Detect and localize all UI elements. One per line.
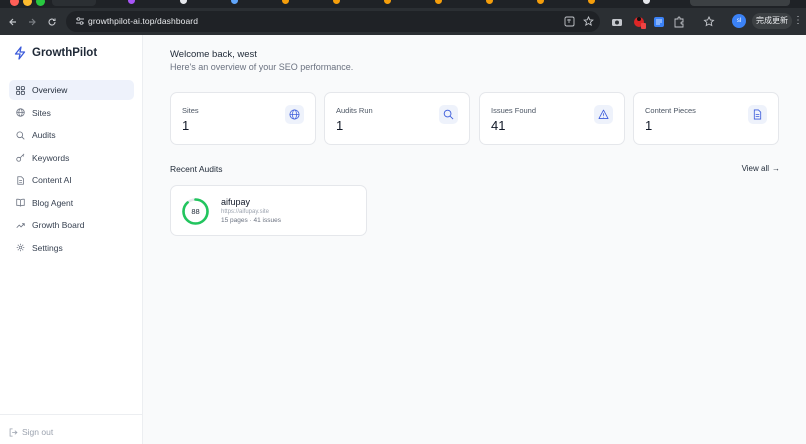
browser-menu-icon[interactable]: ⋮	[793, 15, 803, 27]
welcome-heading: Welcome back, west	[170, 49, 257, 60]
ladybug-extension-icon[interactable]	[632, 15, 646, 29]
score-value: 88	[191, 207, 200, 216]
stat-label: Issues Found	[491, 106, 537, 115]
sidebar-item-sites[interactable]: Sites	[9, 103, 134, 123]
recent-audits-heading: Recent Audits	[170, 164, 223, 174]
view-all-link[interactable]: View all →	[742, 164, 780, 173]
grid-icon	[16, 85, 25, 95]
globe-icon	[289, 109, 300, 120]
address-bar[interactable]: growthpilot-ai.top/dashboard	[66, 11, 600, 32]
browser-toolbar: growthpilot-ai.top/dashboard sl 完成更新 ⋮	[0, 8, 806, 35]
sidebar-item-label: Overview	[32, 85, 68, 95]
book-icon	[16, 198, 25, 207]
forward-arrow-icon[interactable]	[24, 14, 40, 30]
sidebar-item-label: Keywords	[32, 152, 70, 163]
stat-value: 1	[645, 118, 653, 133]
bookmarks-icon[interactable]	[703, 16, 715, 28]
site-url: https://aifupay.site	[221, 209, 269, 215]
sidebar-item-settings[interactable]: Settings	[9, 238, 134, 258]
trend-icon	[16, 222, 25, 228]
tab-favicon-icon	[282, 0, 289, 4]
sidebar-item-label: Blog Agent	[32, 197, 74, 208]
stat-card-content-pieces: Content Pieces 1	[633, 92, 779, 145]
site-name: aifupay	[221, 197, 251, 207]
sign-out-button[interactable]: Sign out	[9, 427, 53, 437]
view-all-label: View all	[741, 164, 769, 173]
sidebar-item-audits[interactable]: Audits	[9, 125, 134, 145]
sidebar-item-label: Sites	[32, 107, 51, 118]
reload-icon[interactable]	[44, 14, 60, 30]
tab-search-button[interactable]	[690, 0, 790, 6]
minimize-window-button[interactable]	[23, 0, 32, 6]
tab-favicon-icon	[333, 0, 340, 4]
tab-favicon-icon	[128, 0, 135, 4]
stat-card-audits-run: Audits Run 1	[324, 92, 470, 145]
tab-favicon-icon	[643, 0, 650, 4]
key-icon	[16, 153, 25, 162]
page-subtitle: Here's an overview of your SEO performan…	[170, 62, 354, 72]
stat-icon-badge	[439, 105, 458, 124]
sidebar-item-content-ai[interactable]: Content AI	[9, 170, 134, 190]
tab-favicon-icon	[588, 0, 595, 4]
warning-icon	[598, 109, 609, 119]
stat-icon-badge	[285, 105, 304, 124]
stat-card-sites: Sites 1	[170, 92, 316, 145]
sign-out-icon	[9, 427, 18, 437]
sidebar-item-label: Settings	[32, 242, 63, 253]
sidebar-item-growth-board[interactable]: Growth Board	[9, 215, 134, 235]
tab-favicon-icon	[435, 0, 442, 4]
sidebar-item-keywords[interactable]: Keywords	[9, 148, 134, 168]
camera-extension-icon[interactable]	[611, 16, 623, 28]
sign-out-label: Sign out	[22, 427, 54, 437]
tab-favicon-icon	[486, 0, 493, 4]
audit-meta: 15 pages · 41 issues	[221, 217, 281, 224]
main-content: Welcome back, west Here's an overview of…	[143, 35, 806, 444]
tab-favicon-icon	[537, 0, 544, 4]
tab-favicon-icon	[180, 0, 187, 4]
stat-label: Sites	[182, 106, 199, 115]
audit-card[interactable]: 88 aifupay https://aifupay.site 15 pages…	[170, 185, 367, 236]
update-button[interactable]: 完成更新	[752, 13, 792, 29]
document-icon	[753, 109, 762, 120]
tab-favicon-icon	[384, 0, 391, 4]
lightning-icon	[14, 46, 26, 60]
stat-value: 41	[491, 118, 506, 133]
sidebar-item-label: Growth Board	[32, 220, 85, 230]
sidebar-item-label: Content AI	[32, 175, 72, 185]
browser-tab[interactable]	[52, 0, 96, 6]
translate-icon[interactable]	[564, 16, 575, 27]
stat-icon-badge	[594, 105, 613, 124]
stat-card-issues-found: Issues Found 41	[479, 92, 625, 145]
brand-name: GrowthPilot	[32, 47, 98, 59]
sidebar-item-overview[interactable]: Overview	[9, 80, 134, 100]
search-icon	[443, 109, 454, 120]
sidebar: GrowthPilot Overview Sites Audits Keywor…	[0, 35, 143, 444]
profile-avatar[interactable]: sl	[732, 14, 746, 28]
sidebar-item-blog-agent[interactable]: Blog Agent	[9, 193, 134, 213]
search-icon	[16, 130, 25, 140]
puzzle-icon[interactable]	[673, 16, 685, 28]
tab-favicon-icon	[231, 0, 238, 4]
back-arrow-icon[interactable]	[5, 14, 21, 30]
sidebar-item-label: Audits	[32, 130, 56, 140]
stat-value: 1	[182, 118, 190, 133]
bookmark-star-icon[interactable]	[583, 16, 594, 27]
document-icon	[17, 175, 24, 185]
stat-label: Audits Run	[336, 106, 373, 115]
url-text: growthpilot-ai.top/dashboard	[88, 16, 199, 26]
sidebar-footer: Sign out	[0, 414, 143, 444]
globe-icon	[16, 108, 25, 117]
stat-value: 1	[336, 118, 344, 133]
maximize-window-button[interactable]	[36, 0, 45, 6]
sidebar-nav: Overview Sites Audits Keywords Content A…	[9, 80, 134, 260]
stat-label: Content Pieces	[645, 106, 696, 115]
gear-icon	[16, 243, 25, 252]
brand-logo[interactable]: GrowthPilot	[13, 45, 97, 61]
stat-icon-badge	[748, 105, 767, 124]
site-info-icon[interactable]	[74, 15, 86, 27]
browser-tab-strip	[0, 0, 806, 8]
arrow-right-icon: →	[772, 164, 780, 173]
close-window-button[interactable]	[10, 0, 19, 6]
extension-icon[interactable]	[653, 16, 665, 28]
